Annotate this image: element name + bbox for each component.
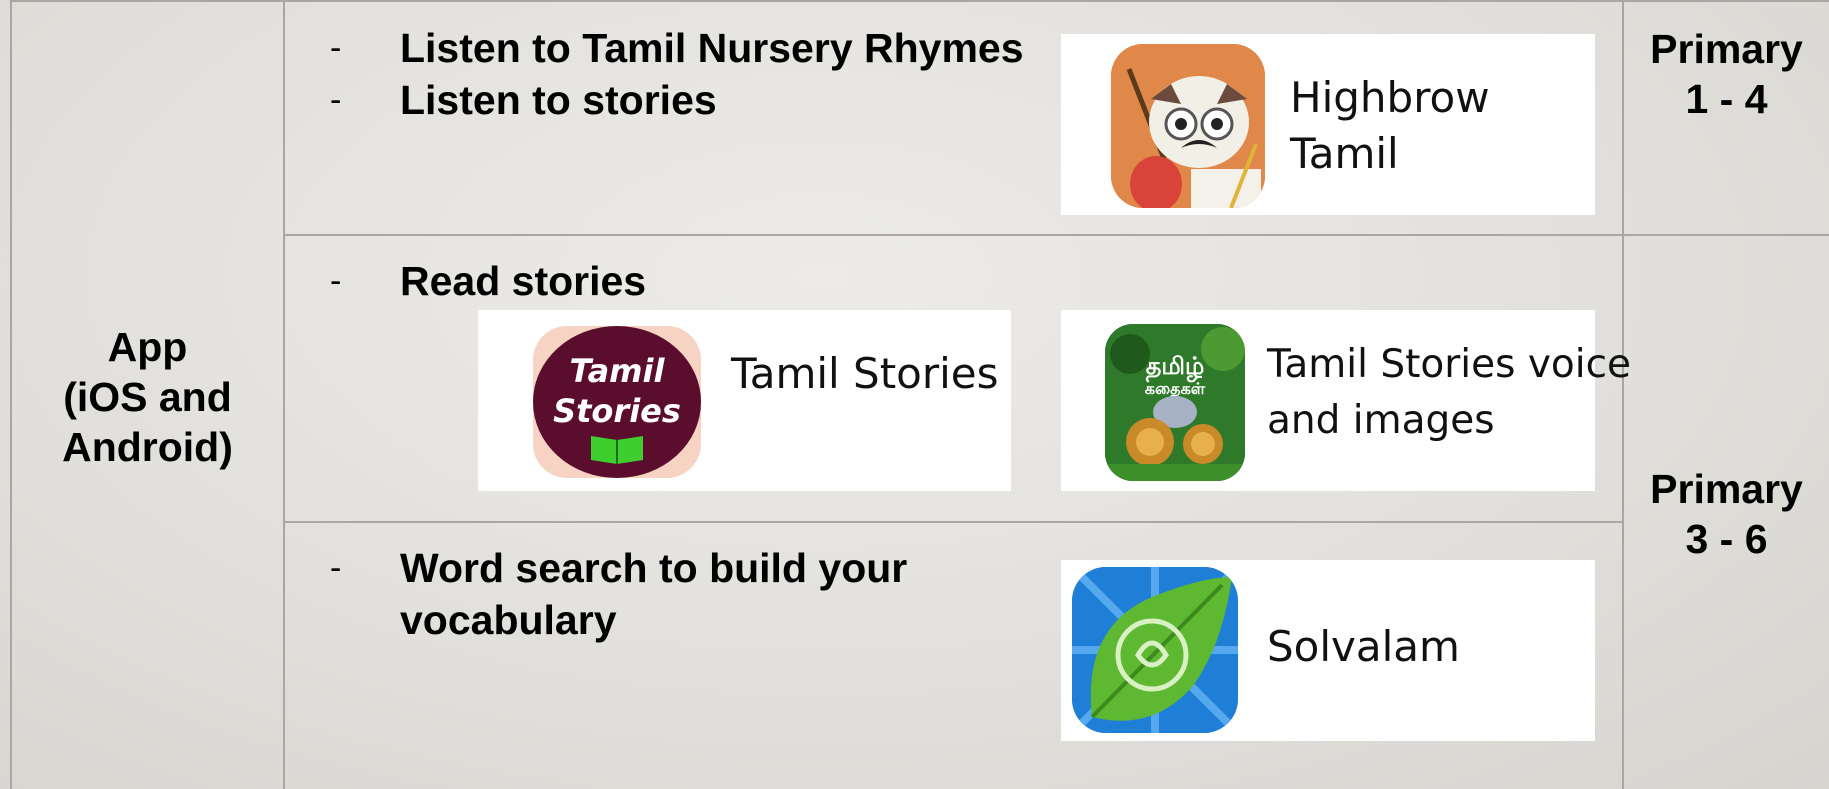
app-name-line-1: Tamil Stories voice [1267,342,1632,387]
category-line-3: Android) [62,424,233,470]
app-card-highbrow-tamil[interactable]: Highbrow Tamil [1061,34,1595,215]
level-1: Primary 1 - 4 [1624,24,1829,124]
app-name: Tamil Stories [731,349,999,398]
bullet-text: vocabulary [400,597,617,643]
bullet-dash: - [330,29,342,67]
category-line-2: (iOS and [63,374,232,420]
bullet-dash: - [330,549,342,587]
level-2: Primary 3 - 6 [1624,464,1829,564]
column-divider-1 [283,0,285,789]
app-name: Solvalam [1267,622,1460,671]
level-1-line-2: 1 - 4 [1685,76,1768,122]
row-divider-2 [283,521,1624,523]
category-cell: App (iOS and Android) [12,322,283,472]
bullet-text: Listen to stories [400,77,717,123]
green-leaf-app-icon [1072,567,1238,733]
icon-text-2: Stories [553,392,681,430]
level-1-line-1: Primary [1650,26,1803,72]
bullet-dash: - [330,262,342,300]
bullet-text: Listen to Tamil Nursery Rhymes [400,25,1024,71]
bullet-dash: - [330,81,342,119]
app-card-tamil-stories-voice[interactable]: தமிழ் கதைகள் Tamil Stories voice and ima… [1061,310,1631,491]
level-2-line-2: 3 - 6 [1685,516,1768,562]
book-app-icon: Tamil Stories [533,326,701,478]
level-2-line-1: Primary [1650,466,1803,512]
row-divider-1 [283,234,1829,236]
owl-veena-app-icon [1111,44,1265,208]
app-name-line-2: and images [1267,398,1495,443]
icon-text-1: Tamil [570,352,666,390]
app-name: Highbrow Tamil [1290,73,1490,178]
category-line-1: App [107,324,188,370]
icon-text-2: கதைகள் [1145,379,1206,399]
bullet-text: Word search to build your [400,545,908,591]
app-card-solvalam[interactable]: Solvalam [1061,560,1595,741]
bullet-text: Read stories [400,258,647,304]
app-card-tamil-stories[interactable]: Tamil Stories Tamil Stories [478,310,1011,491]
jungle-animals-app-icon: தமிழ் கதைகள் [1105,324,1245,481]
